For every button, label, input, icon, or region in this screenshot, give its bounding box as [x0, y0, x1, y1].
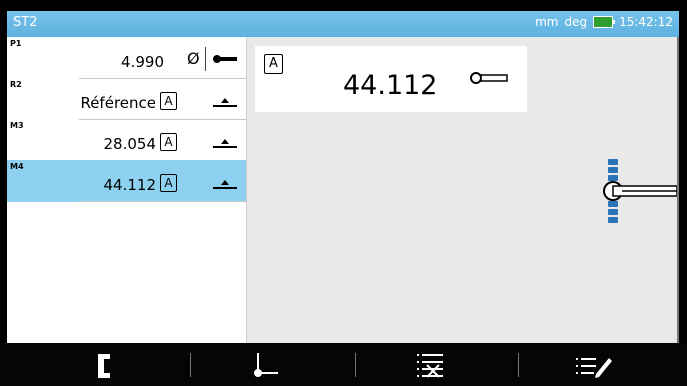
bottom-toolbar [0, 343, 687, 386]
datum-badge: A [160, 174, 177, 192]
measurement-display: A 44.112 [255, 46, 527, 112]
list-item[interactable]: M3 28.054 A [7, 119, 246, 161]
plane-icon [213, 98, 237, 107]
datum-badge: A [160, 133, 177, 151]
point-probe-icon [254, 353, 278, 377]
probe-icon [470, 72, 508, 84]
probe-icon [213, 55, 237, 63]
angle-units-label: deg [564, 15, 588, 29]
feature-value: 28.054 [103, 135, 157, 153]
diameter-icon: Ø [187, 49, 200, 68]
feature-value: 4.990 [121, 53, 164, 71]
plane-icon [213, 180, 237, 189]
datum-badge: A [264, 54, 283, 74]
title-bar: ST2 mm deg 15:42:12 [7, 11, 679, 37]
divider-line [79, 201, 246, 202]
feature-tag: R2 [10, 80, 22, 89]
plane-icon [213, 139, 237, 148]
bracket-button[interactable] [20, 343, 191, 386]
divider [205, 47, 206, 71]
list-item[interactable]: P1 4.990 Ø [7, 37, 246, 79]
scrollbar[interactable] [677, 37, 679, 343]
bracket-icon [98, 354, 110, 378]
units-label: mm [535, 15, 559, 29]
screen: ST2 mm deg 15:42:12 P1 4.990 Ø R2 Référe… [7, 11, 679, 343]
feature-value: Référence [80, 94, 156, 112]
delete-list-icon [417, 354, 443, 378]
stylus-diagram-icon [603, 159, 678, 223]
feature-tag: M4 [10, 162, 24, 171]
list-item-selected[interactable]: M4 44.112 A [7, 160, 246, 202]
datum-badge: A [160, 92, 177, 110]
delete-list-button[interactable] [355, 343, 526, 386]
battery-icon [593, 16, 616, 28]
clock: 15:42:12 [619, 15, 673, 29]
device-frame: ST2 mm deg 15:42:12 P1 4.990 Ø R2 Référe… [0, 0, 687, 386]
edit-list-icon [576, 358, 612, 378]
feature-tag: M3 [10, 121, 24, 130]
point-probe-button[interactable] [190, 343, 361, 386]
feature-list: P1 4.990 Ø R2 Référence A M3 28.054 A M4… [7, 37, 247, 343]
measurement-value: 44.112 [343, 70, 438, 101]
edit-list-button[interactable] [518, 343, 687, 386]
feature-tag: P1 [10, 39, 22, 48]
window-title: ST2 [13, 15, 38, 30]
list-item[interactable]: R2 Référence A [7, 78, 246, 120]
status-area: mm deg 15:42:12 [535, 15, 673, 29]
feature-value: 44.112 [103, 176, 157, 194]
